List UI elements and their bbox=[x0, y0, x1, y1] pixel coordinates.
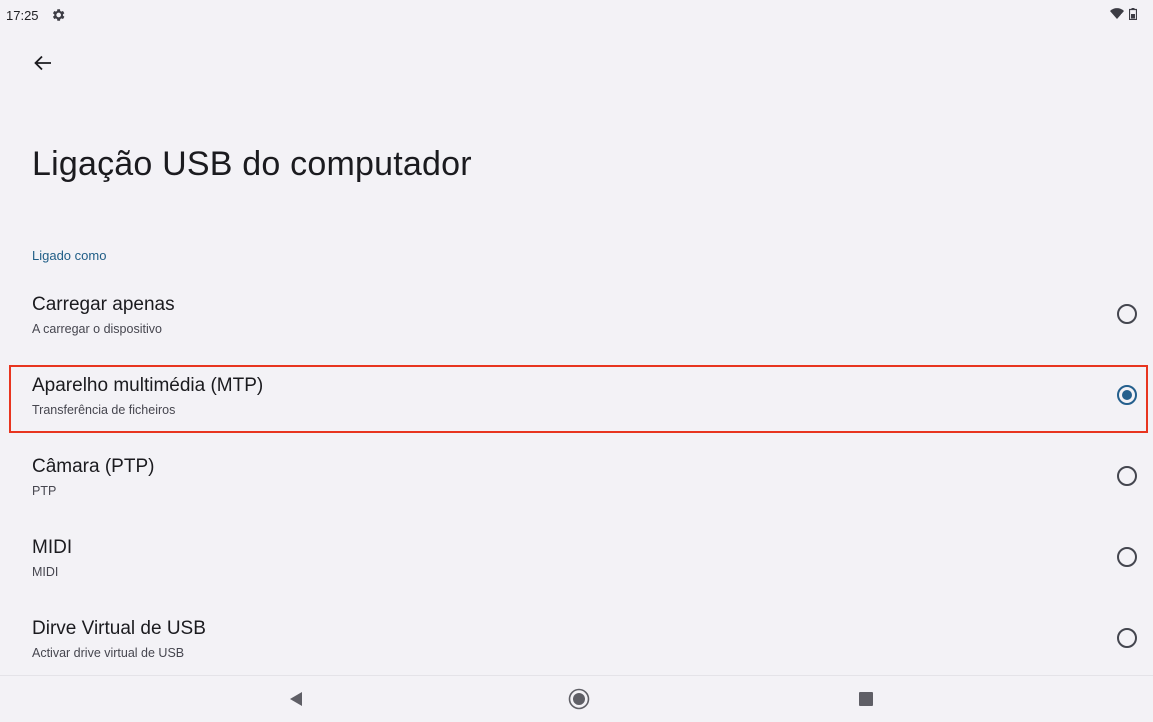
radio-button[interactable] bbox=[1117, 628, 1137, 648]
option-title: Aparelho multimédia (MTP) bbox=[32, 375, 264, 396]
navigation-bar bbox=[0, 675, 1153, 722]
nav-home-icon[interactable] bbox=[568, 688, 590, 710]
battery-icon bbox=[1129, 8, 1137, 20]
back-button[interactable] bbox=[28, 48, 58, 78]
option-mtp[interactable]: Aparelho multimédia (MTP) Transferência … bbox=[0, 355, 1153, 436]
option-ptp[interactable]: Câmara (PTP) PTP bbox=[0, 436, 1153, 517]
option-title: MIDI bbox=[32, 537, 73, 558]
option-subtitle: PTP bbox=[32, 484, 57, 498]
nav-recents-icon[interactable] bbox=[859, 692, 873, 706]
status-time: 17:25 bbox=[6, 8, 39, 23]
section-header: Ligado como bbox=[32, 248, 107, 263]
option-title: Dirve Virtual de USB bbox=[32, 618, 206, 639]
page-title: Ligação USB do computador bbox=[32, 145, 472, 183]
option-subtitle: A carregar o dispositivo bbox=[32, 322, 162, 336]
option-title: Câmara (PTP) bbox=[32, 456, 155, 477]
option-charge-only[interactable]: Carregar apenas A carregar o dispositivo bbox=[0, 274, 1153, 355]
radio-button-selected[interactable] bbox=[1117, 385, 1137, 405]
option-midi[interactable]: MIDI MIDI bbox=[0, 517, 1153, 598]
usb-settings-screen: 17:25 Ligação USB do computador Ligado c… bbox=[0, 0, 1153, 722]
radio-button[interactable] bbox=[1117, 304, 1137, 324]
status-bar: 17:25 bbox=[0, 0, 1153, 30]
option-subtitle: MIDI bbox=[32, 565, 59, 579]
gear-icon bbox=[52, 9, 65, 21]
arrow-back-icon bbox=[34, 55, 51, 71]
option-subtitle: Transferência de ficheiros bbox=[32, 403, 176, 417]
radio-button[interactable] bbox=[1117, 466, 1137, 486]
nav-back-icon[interactable] bbox=[289, 691, 303, 707]
wifi-icon bbox=[1110, 8, 1124, 19]
option-title: Carregar apenas bbox=[32, 294, 175, 315]
option-subtitle: Activar drive virtual de USB bbox=[32, 646, 185, 660]
option-virtual-drive[interactable]: Dirve Virtual de USB Activar drive virtu… bbox=[0, 598, 1153, 679]
radio-button[interactable] bbox=[1117, 547, 1137, 567]
status-icons bbox=[1110, 8, 1137, 20]
usb-mode-list: Carregar apenas A carregar o dispositivo… bbox=[0, 274, 1153, 679]
